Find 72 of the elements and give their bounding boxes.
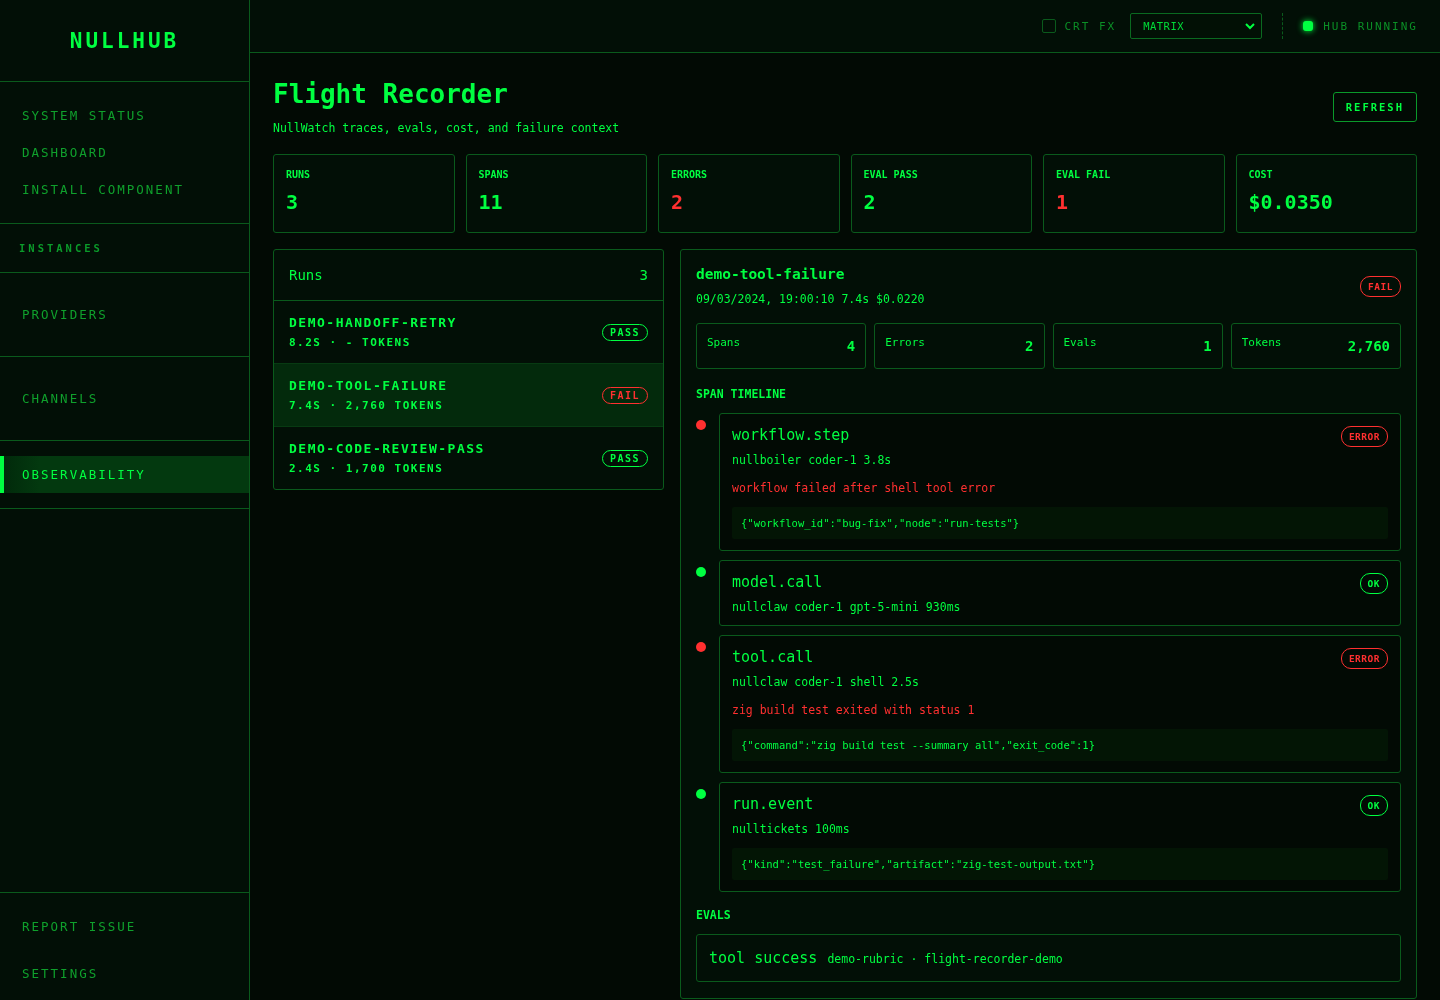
- nav-item[interactable]: OBSERVABILITY: [0, 456, 249, 493]
- run-name: DEMO-TOOL-FAILURE: [289, 378, 448, 393]
- span-name: workflow.step: [732, 426, 851, 444]
- nav-item[interactable]: SYSTEM STATUS: [0, 97, 249, 134]
- eval-name: tool success: [709, 949, 818, 967]
- run-meta: 7.4S · 2,760 TOKENS: [289, 399, 445, 412]
- status-badge: OK: [1359, 573, 1388, 594]
- span-meta: nulltickets 100ms: [732, 822, 850, 836]
- refresh-button[interactable]: REFRESH: [1332, 92, 1417, 122]
- run-item[interactable]: DEMO-TOOL-FAILURE 7.4S · 2,760 TOKENS FAIL: [274, 364, 663, 427]
- status-badge: OK: [1359, 795, 1388, 816]
- run-title: demo-tool-failure: [696, 266, 846, 282]
- page-title: Flight Recorder: [273, 79, 509, 109]
- nav-item[interactable]: REPORT ISSUE: [0, 908, 249, 945]
- payload-code: {"command":"zig build test --summary all","exit_code":1}: [732, 729, 1388, 761]
- theme-select[interactable]: MATRIX: [1130, 13, 1263, 39]
- run-name: DEMO-HANDOFF-RETRY: [289, 315, 457, 330]
- section-heading: EVALS: [696, 908, 732, 922]
- app-logo: NULLHUB: [0, 0, 249, 82]
- run-meta: 2.4S · 1,700 TOKENS: [289, 462, 445, 475]
- nav-item[interactable]: SETTINGS: [0, 955, 249, 992]
- stat-label: ERRORS: [671, 169, 709, 180]
- stat-value: 3: [286, 190, 300, 214]
- error-message: workflow failed after shell tool error: [732, 481, 997, 495]
- span-meta: nullboiler coder-1 3.8s: [732, 453, 892, 467]
- metric-value: 2: [1025, 338, 1034, 356]
- run-meta: 09/03/2024, 19:00:10 7.4s $0.0220: [696, 292, 925, 306]
- nav-item[interactable]: CHANNELS: [0, 380, 249, 417]
- stat-label: EVAL PASS: [863, 169, 919, 180]
- status-badge: ERROR: [1340, 648, 1388, 669]
- nav-item[interactable]: PROVIDERS: [0, 296, 249, 333]
- stat-value: 2: [863, 190, 877, 214]
- stat-label: RUNS: [286, 169, 312, 180]
- stat-value: $0.0350: [1248, 190, 1334, 214]
- payload-code: {"kind":"test_failure","artifact":"zig-test-output.txt"}: [732, 848, 1388, 880]
- nav-item[interactable]: INSTALL COMPONENT: [0, 171, 249, 208]
- eval-meta: demo-rubric · flight-recorder-demo: [827, 952, 1063, 966]
- chevron-down-icon: [1245, 22, 1256, 30]
- metric-label: Evals: [1063, 336, 1097, 351]
- metric-value: 4: [846, 338, 856, 356]
- run-name: DEMO-CODE-REVIEW-PASS: [289, 441, 485, 456]
- metric-label: Tokens: [1241, 336, 1282, 351]
- stat-label: SPANS: [478, 169, 510, 180]
- section-heading: INSTANCES: [18, 241, 104, 256]
- stat-value: 2: [671, 190, 685, 214]
- crt-checkbox[interactable]: [1042, 19, 1057, 33]
- run-item[interactable]: DEMO-CODE-REVIEW-PASS 2.4S · 1,700 TOKENS PASS: [274, 427, 663, 489]
- span-meta: nullclaw coder-1 gpt-5-mini 930ms: [732, 600, 961, 614]
- status-badge: ERROR: [1340, 426, 1388, 447]
- run-count: 3: [639, 267, 648, 283]
- metric-label: Errors: [885, 336, 925, 351]
- payload-code: {"workflow_id":"bug-fix","node":"run-tests"}: [732, 507, 1388, 539]
- page-subtitle: NullWatch traces, evals, cost, and failure context: [273, 121, 620, 135]
- stat-label: EVAL FAIL: [1056, 169, 1112, 180]
- metric-label: Spans: [707, 336, 741, 351]
- section-heading: SPAN TIMELINE: [696, 387, 787, 401]
- run-meta: 8.2S · - TOKENS: [289, 336, 412, 349]
- error-message: zig build test exited with status 1: [732, 703, 976, 717]
- span-meta: nullclaw coder-1 shell 2.5s: [732, 675, 919, 689]
- stat-value: 11: [478, 190, 504, 214]
- stat-label: COST: [1248, 169, 1274, 180]
- hub-status: HUB RUNNING: [1323, 19, 1418, 33]
- checkbox-label: CRT FX: [1064, 19, 1117, 33]
- span-name: run.event: [732, 795, 815, 813]
- metric-value: 1: [1203, 338, 1212, 356]
- span-name: model.call: [732, 573, 824, 591]
- panel-title: Runs: [289, 267, 323, 283]
- stat-value: 1: [1056, 190, 1070, 214]
- nav-item[interactable]: DASHBOARD: [0, 134, 249, 171]
- metric-value: 2,760: [1347, 338, 1390, 356]
- status-badge: FAIL: [1360, 275, 1401, 297]
- span-name: tool.call: [732, 648, 815, 666]
